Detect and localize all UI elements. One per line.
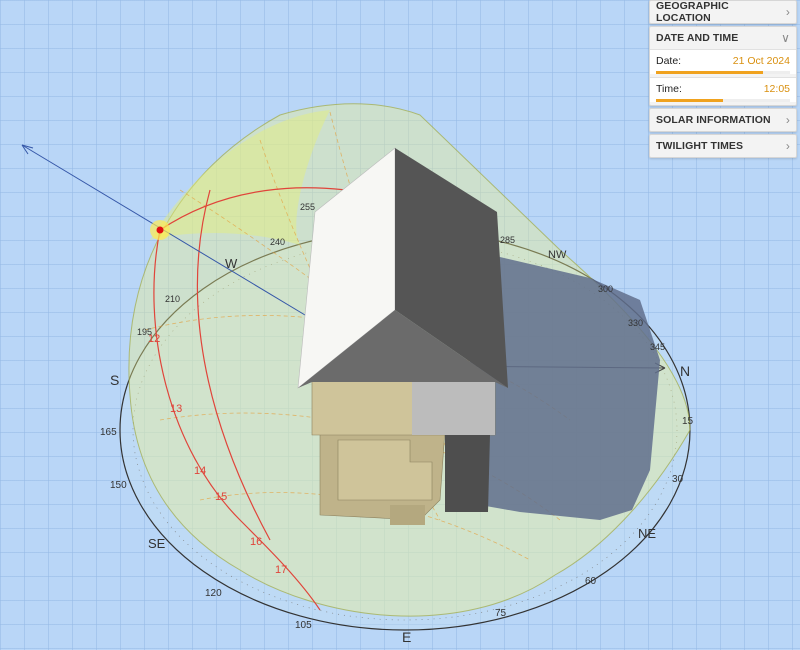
date-and-time-header[interactable]: DATE AND TIME ∨: [650, 27, 796, 49]
twilight-times-header[interactable]: TWILIGHT TIMES ›: [650, 135, 796, 157]
chevron-right-icon: ›: [785, 139, 790, 153]
bearing-label: 75: [495, 608, 507, 619]
info-panel: GEOGRAPHIC LOCATION › DATE AND TIME ∨ Da…: [649, 0, 797, 160]
time-row[interactable]: Time: 12:05: [650, 77, 796, 102]
bearing-label: 285: [500, 235, 515, 245]
compass-label-northeast: NE: [638, 526, 656, 541]
solar-information-header[interactable]: SOLAR INFORMATION ›: [650, 109, 796, 131]
compass-label-southeast: SE: [148, 536, 166, 551]
section-date-and-time: DATE AND TIME ∨ Date: 21 Oct 2024 Time: …: [649, 26, 797, 106]
bearing-label: 30: [672, 474, 684, 485]
date-slider[interactable]: [656, 71, 790, 74]
hour-label: 15: [215, 491, 227, 503]
date-value[interactable]: 21 Oct 2024: [733, 55, 790, 67]
section-title: DATE AND TIME: [656, 32, 739, 44]
date-slider-fill: [656, 71, 764, 74]
hour-label: 14: [194, 465, 206, 477]
chevron-right-icon: ›: [785, 5, 790, 19]
bearing-label: 210: [165, 294, 180, 304]
compass-label-south: S: [110, 372, 119, 388]
time-slider[interactable]: [656, 99, 790, 102]
bearing-label: 105: [295, 620, 312, 631]
house-model: [297, 147, 508, 525]
bearing-label: 240: [270, 237, 285, 247]
bearing-label: 300: [598, 284, 613, 294]
section-title: SOLAR INFORMATION: [656, 114, 771, 126]
time-value[interactable]: 12:05: [764, 83, 790, 95]
compass-label-northwest: NW: [548, 249, 567, 261]
bearing-label: 150: [110, 480, 127, 491]
chevron-down-icon: ∨: [781, 31, 790, 45]
bearing-label: 255: [300, 202, 315, 212]
hour-label: 12: [148, 333, 160, 345]
date-row[interactable]: Date: 21 Oct 2024: [650, 49, 796, 74]
hour-label: 13: [170, 403, 182, 415]
sun-marker[interactable]: [156, 226, 164, 234]
bearing-label: 165: [100, 427, 117, 438]
bearing-label: 330: [628, 318, 643, 328]
bearing-label: 60: [585, 576, 597, 587]
time-label: Time:: [656, 83, 682, 95]
bearing-label: 120: [205, 588, 222, 599]
geographic-location-header[interactable]: GEOGRAPHIC LOCATION ›: [650, 0, 796, 24]
bearing-label: 345: [650, 342, 665, 352]
hour-label: 16: [250, 536, 262, 548]
section-twilight-times: TWILIGHT TIMES ›: [649, 134, 797, 158]
compass-label-north: N: [680, 363, 690, 379]
hour-label: 17: [275, 564, 287, 576]
section-title: GEOGRAPHIC LOCATION: [656, 0, 729, 24]
bearing-label: 15: [682, 416, 694, 427]
compass-label-east: E: [402, 629, 411, 645]
section-geographic-location: GEOGRAPHIC LOCATION ›: [649, 0, 797, 24]
compass-label-west: W: [225, 256, 238, 271]
section-solar-information: SOLAR INFORMATION ›: [649, 108, 797, 132]
chevron-right-icon: ›: [785, 113, 790, 127]
time-slider-fill: [656, 99, 723, 102]
date-label: Date:: [656, 55, 682, 67]
section-title: TWILIGHT TIMES: [656, 140, 744, 152]
